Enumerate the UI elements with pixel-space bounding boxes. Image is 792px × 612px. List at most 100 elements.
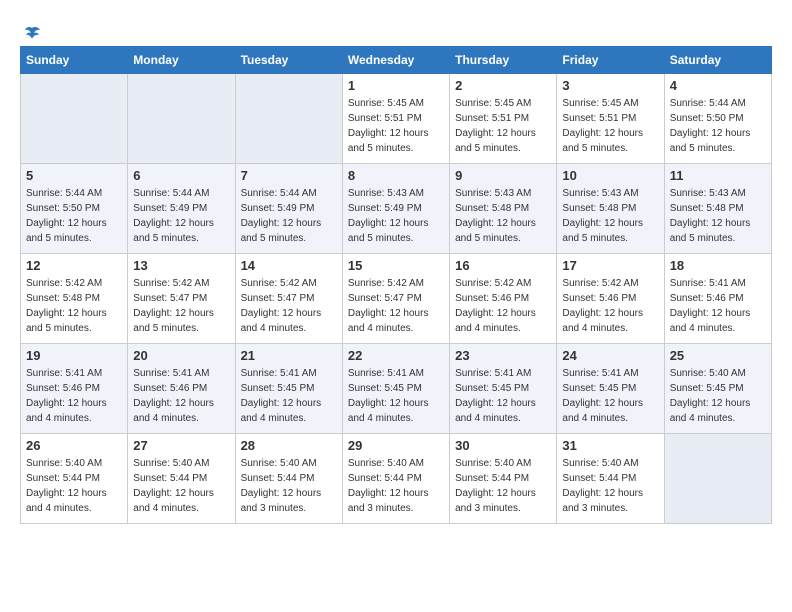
day-info: Sunrise: 5:45 AMSunset: 5:51 PMDaylight:… xyxy=(348,96,444,156)
day-info: Sunrise: 5:43 AMSunset: 5:49 PMDaylight:… xyxy=(348,186,444,246)
calendar-cell: 2 Sunrise: 5:45 AMSunset: 5:51 PMDaylight… xyxy=(450,74,557,164)
day-info: Sunrise: 5:41 AMSunset: 5:46 PMDaylight:… xyxy=(133,366,229,426)
calendar-cell: 26 Sunrise: 5:40 AMSunset: 5:44 PMDayligh… xyxy=(21,434,128,524)
day-info: Sunrise: 5:44 AMSunset: 5:50 PMDaylight:… xyxy=(670,96,766,156)
calendar-cell: 29 Sunrise: 5:40 AMSunset: 5:44 PMDayligh… xyxy=(342,434,449,524)
calendar-cell: 11 Sunrise: 5:43 AMSunset: 5:48 PMDayligh… xyxy=(664,164,771,254)
day-number: 9 xyxy=(455,168,551,183)
day-number: 1 xyxy=(348,78,444,93)
day-number: 22 xyxy=(348,348,444,363)
day-number: 6 xyxy=(133,168,229,183)
calendar-cell: 31 Sunrise: 5:40 AMSunset: 5:44 PMDayligh… xyxy=(557,434,664,524)
day-info: Sunrise: 5:40 AMSunset: 5:44 PMDaylight:… xyxy=(26,456,122,516)
calendar-cell: 3 Sunrise: 5:45 AMSunset: 5:51 PMDaylight… xyxy=(557,74,664,164)
weekday-header-friday: Friday xyxy=(557,47,664,74)
calendar-cell: 5 Sunrise: 5:44 AMSunset: 5:50 PMDaylight… xyxy=(21,164,128,254)
day-number: 3 xyxy=(562,78,658,93)
day-number: 17 xyxy=(562,258,658,273)
calendar-cell: 13 Sunrise: 5:42 AMSunset: 5:47 PMDayligh… xyxy=(128,254,235,344)
day-info: Sunrise: 5:44 AMSunset: 5:50 PMDaylight:… xyxy=(26,186,122,246)
calendar-cell: 10Sunrise: 5:43 AMSunset: 5:48 PMDayligh… xyxy=(557,164,664,254)
day-number: 2 xyxy=(455,78,551,93)
calendar-cell xyxy=(128,74,235,164)
calendar-cell: 8 Sunrise: 5:43 AMSunset: 5:49 PMDaylight… xyxy=(342,164,449,254)
calendar-cell: 19Sunrise: 5:41 AMSunset: 5:46 PMDayligh… xyxy=(21,344,128,434)
day-number: 8 xyxy=(348,168,444,183)
calendar-cell: 20 Sunrise: 5:41 AMSunset: 5:46 PMDayligh… xyxy=(128,344,235,434)
calendar-cell: 22 Sunrise: 5:41 AMSunset: 5:45 PMDayligh… xyxy=(342,344,449,434)
day-number: 15 xyxy=(348,258,444,273)
day-info: Sunrise: 5:42 AMSunset: 5:47 PMDaylight:… xyxy=(241,276,337,336)
calendar-cell: 23 Sunrise: 5:41 AMSunset: 5:45 PMDayligh… xyxy=(450,344,557,434)
day-number: 24 xyxy=(562,348,658,363)
day-number: 27 xyxy=(133,438,229,453)
calendar-cell: 6 Sunrise: 5:44 AMSunset: 5:49 PMDaylight… xyxy=(128,164,235,254)
calendar-cell: 25 Sunrise: 5:40 AMSunset: 5:45 PMDayligh… xyxy=(664,344,771,434)
logo xyxy=(20,24,42,40)
calendar-cell xyxy=(664,434,771,524)
calendar-body: 1 Sunrise: 5:45 AMSunset: 5:51 PMDaylight… xyxy=(21,74,772,524)
day-number: 10 xyxy=(562,168,658,183)
weekday-header-thursday: Thursday xyxy=(450,47,557,74)
calendar-cell: 18 Sunrise: 5:41 AMSunset: 5:46 PMDayligh… xyxy=(664,254,771,344)
day-info: Sunrise: 5:40 AMSunset: 5:44 PMDaylight:… xyxy=(241,456,337,516)
calendar-cell: 4 Sunrise: 5:44 AMSunset: 5:50 PMDaylight… xyxy=(664,74,771,164)
day-info: Sunrise: 5:40 AMSunset: 5:44 PMDaylight:… xyxy=(562,456,658,516)
day-info: Sunrise: 5:41 AMSunset: 5:45 PMDaylight:… xyxy=(562,366,658,426)
calendar-cell: 30Sunrise: 5:40 AMSunset: 5:44 PMDayligh… xyxy=(450,434,557,524)
weekday-header-saturday: Saturday xyxy=(664,47,771,74)
day-info: Sunrise: 5:42 AMSunset: 5:47 PMDaylight:… xyxy=(133,276,229,336)
day-number: 25 xyxy=(670,348,766,363)
day-number: 26 xyxy=(26,438,122,453)
day-info: Sunrise: 5:40 AMSunset: 5:44 PMDaylight:… xyxy=(455,456,551,516)
calendar-cell: 16 Sunrise: 5:42 AMSunset: 5:46 PMDayligh… xyxy=(450,254,557,344)
day-info: Sunrise: 5:42 AMSunset: 5:46 PMDaylight:… xyxy=(455,276,551,336)
day-info: Sunrise: 5:41 AMSunset: 5:46 PMDaylight:… xyxy=(670,276,766,336)
day-number: 20 xyxy=(133,348,229,363)
calendar-cell: 14 Sunrise: 5:42 AMSunset: 5:47 PMDayligh… xyxy=(235,254,342,344)
day-number: 29 xyxy=(348,438,444,453)
day-info: Sunrise: 5:40 AMSunset: 5:45 PMDaylight:… xyxy=(670,366,766,426)
calendar-cell: 27Sunrise: 5:40 AMSunset: 5:44 PMDayligh… xyxy=(128,434,235,524)
day-info: Sunrise: 5:40 AMSunset: 5:44 PMDaylight:… xyxy=(348,456,444,516)
day-info: Sunrise: 5:42 AMSunset: 5:46 PMDaylight:… xyxy=(562,276,658,336)
weekday-header-sunday: Sunday xyxy=(21,47,128,74)
day-number: 19 xyxy=(26,348,122,363)
day-info: Sunrise: 5:43 AMSunset: 5:48 PMDaylight:… xyxy=(455,186,551,246)
calendar-cell: 12Sunrise: 5:42 AMSunset: 5:48 PMDayligh… xyxy=(21,254,128,344)
day-number: 14 xyxy=(241,258,337,273)
weekday-header-row: SundayMondayTuesdayWednesdayThursdayFrid… xyxy=(21,47,772,74)
day-number: 16 xyxy=(455,258,551,273)
day-number: 5 xyxy=(26,168,122,183)
weekday-header-tuesday: Tuesday xyxy=(235,47,342,74)
weekday-header-wednesday: Wednesday xyxy=(342,47,449,74)
calendar-cell: 17 Sunrise: 5:42 AMSunset: 5:46 PMDayligh… xyxy=(557,254,664,344)
day-info: Sunrise: 5:44 AMSunset: 5:49 PMDaylight:… xyxy=(133,186,229,246)
day-number: 13 xyxy=(133,258,229,273)
day-info: Sunrise: 5:43 AMSunset: 5:48 PMDaylight:… xyxy=(670,186,766,246)
calendar-header: SundayMondayTuesdayWednesdayThursdayFrid… xyxy=(21,47,772,74)
day-info: Sunrise: 5:42 AMSunset: 5:47 PMDaylight:… xyxy=(348,276,444,336)
calendar-week-1: 1 Sunrise: 5:45 AMSunset: 5:51 PMDaylight… xyxy=(21,74,772,164)
page-header xyxy=(20,20,772,40)
calendar-week-4: 19 Sunrise: 5:41 AMSunset: 5:46 PMDayligh… xyxy=(21,344,772,434)
calendar-cell: 24 Sunrise: 5:41 AMSunset: 5:45 PMDayligh… xyxy=(557,344,664,434)
calendar-cell: 7Sunrise: 5:44 AMSunset: 5:49 PMDaylight… xyxy=(235,164,342,254)
calendar-cell: 1 Sunrise: 5:45 AMSunset: 5:51 PMDaylight… xyxy=(342,74,449,164)
calendar-week-2: 5 Sunrise: 5:44 AMSunset: 5:50 PMDaylight… xyxy=(21,164,772,254)
day-number: 31 xyxy=(562,438,658,453)
calendar-week-5: 26 Sunrise: 5:40 AMSunset: 5:44 PMDayligh… xyxy=(21,434,772,524)
day-number: 21 xyxy=(241,348,337,363)
day-number: 28 xyxy=(241,438,337,453)
day-info: Sunrise: 5:41 AMSunset: 5:45 PMDaylight:… xyxy=(348,366,444,426)
calendar-table: SundayMondayTuesdayWednesdayThursdayFrid… xyxy=(20,46,772,524)
day-number: 18 xyxy=(670,258,766,273)
day-info: Sunrise: 5:45 AMSunset: 5:51 PMDaylight:… xyxy=(455,96,551,156)
day-number: 11 xyxy=(670,168,766,183)
day-info: Sunrise: 5:45 AMSunset: 5:51 PMDaylight:… xyxy=(562,96,658,156)
calendar-cell: 21Sunrise: 5:41 AMSunset: 5:45 PMDayligh… xyxy=(235,344,342,434)
day-info: Sunrise: 5:41 AMSunset: 5:45 PMDaylight:… xyxy=(455,366,551,426)
day-number: 4 xyxy=(670,78,766,93)
day-number: 23 xyxy=(455,348,551,363)
calendar-cell: 15 Sunrise: 5:42 AMSunset: 5:47 PMDayligh… xyxy=(342,254,449,344)
